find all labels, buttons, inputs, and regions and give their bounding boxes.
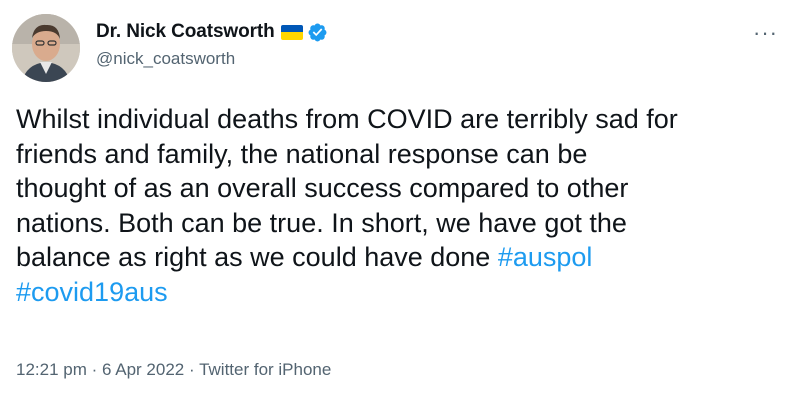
- tweet-time[interactable]: 12:21 pm: [16, 360, 87, 379]
- verified-badge-icon: [307, 22, 328, 43]
- hashtag-link[interactable]: #auspol: [498, 242, 593, 272]
- ukraine-flag-icon: [280, 24, 303, 40]
- tweet-text-line: balance as right as we could have done: [16, 242, 498, 272]
- tweet-text-line: nations. Both can be true. In short, we …: [16, 207, 627, 238]
- author-info: Dr. Nick Coatsworth @nick_coatsworth: [96, 20, 328, 69]
- avatar[interactable]: [12, 14, 80, 82]
- meta-separator: ·: [184, 360, 200, 379]
- name-row: Dr. Nick Coatsworth: [96, 20, 328, 44]
- tweet-text-line: thought of as an overall success compare…: [16, 173, 629, 203]
- tweet-source[interactable]: Twitter for iPhone: [199, 360, 331, 379]
- author-display-name[interactable]: Dr. Nick Coatsworth: [96, 21, 275, 43]
- tweet-card: Dr. Nick Coatsworth @nick_coatsworth ···…: [0, 0, 800, 400]
- tweet-text-line: friends and family, the national respons…: [16, 138, 588, 169]
- tweet-metadata: 12:21 pm · 6 Apr 2022 · Twitter for iPho…: [16, 360, 331, 380]
- tweet-text: Whilst individual deaths from COVID are …: [16, 102, 776, 309]
- meta-separator: ·: [86, 360, 102, 379]
- more-options-button[interactable]: ···: [753, 20, 778, 46]
- tweet-date[interactable]: 6 Apr 2022: [102, 360, 184, 379]
- avatar-image: [12, 14, 80, 82]
- author-handle[interactable]: @nick_coatsworth: [96, 49, 328, 69]
- hashtag-link[interactable]: #covid19aus: [16, 277, 168, 307]
- tweet-text-line: Whilst individual deaths from COVID are …: [16, 104, 678, 134]
